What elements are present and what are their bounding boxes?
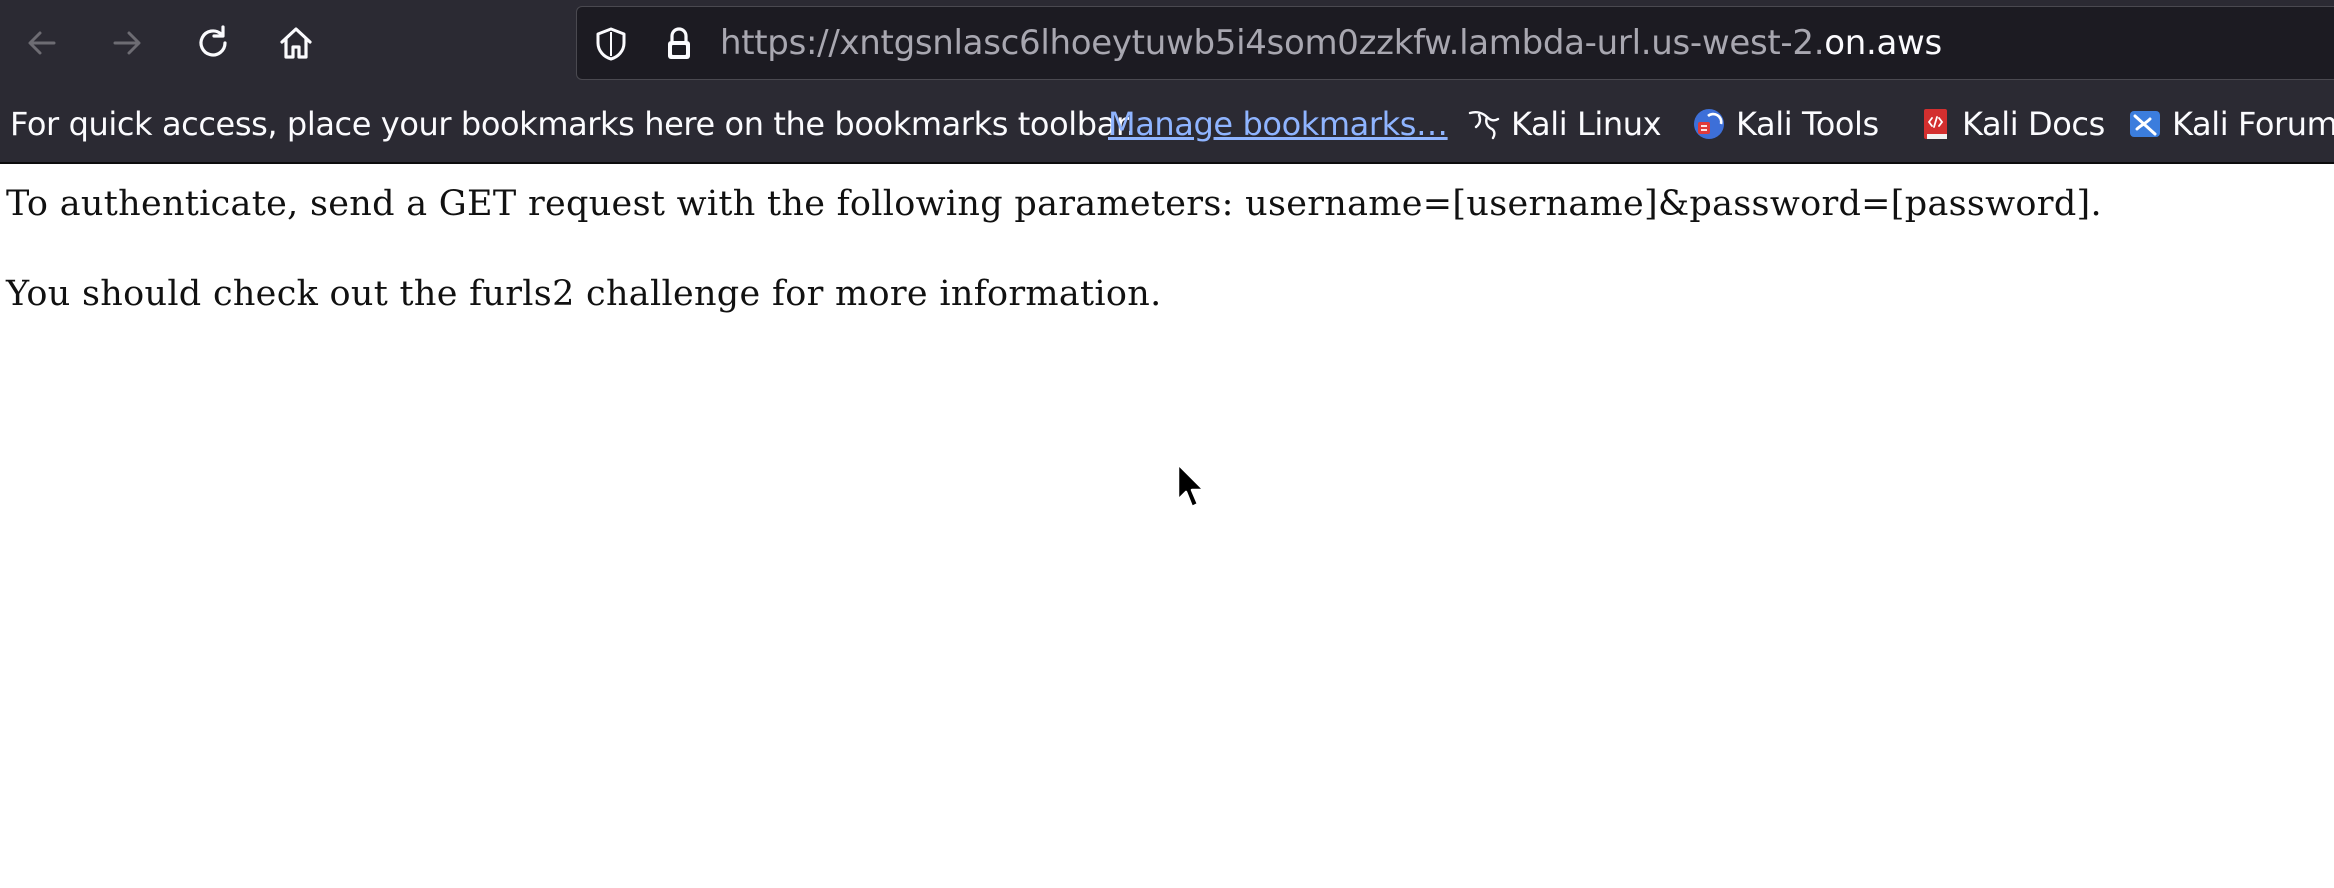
reload-icon: [199, 25, 227, 57]
kali-forums-icon: [2128, 107, 2162, 141]
auth-instructions-text: To authenticate, send a GET request with…: [6, 184, 2102, 224]
url-bar[interactable]: https://xntgsnlasc6lhoeytuwb5i4som0zzkfw…: [576, 6, 2334, 80]
browser-window: https://xntgsnlasc6lhoeytuwb5i4som0zzkfw…: [0, 0, 2334, 888]
bookmark-kali-tools[interactable]: Kali Tools: [1692, 86, 1879, 162]
kali-docs-icon: [1918, 107, 1952, 141]
challenge-hint-text: You should check out the furls2 challeng…: [6, 274, 1162, 314]
lock-icon[interactable]: [661, 26, 697, 67]
url-prefix: https://xntgsnlasc6lhoeytuwb5i4som0zzkfw…: [720, 23, 1825, 63]
url-text[interactable]: https://xntgsnlasc6lhoeytuwb5i4som0zzkfw…: [720, 7, 1942, 79]
bookmark-label: Kali Linux: [1511, 105, 1662, 143]
kali-tools-icon: [1692, 107, 1726, 141]
bookmark-label: Kali Docs: [1962, 105, 2105, 143]
mouse-cursor-icon: [1176, 462, 1210, 519]
bookmarks-hint-text: For quick access, place your bookmarks h…: [10, 105, 1136, 143]
tracking-protection-shield-icon[interactable]: [593, 26, 629, 67]
url-domain: on.aws: [1824, 23, 1942, 63]
kali-dragon-icon: [1467, 107, 1501, 141]
reload-button[interactable]: [187, 17, 239, 69]
back-button[interactable]: [16, 17, 68, 69]
home-icon: [280, 27, 312, 59]
navigation-toolbar: https://xntgsnlasc6lhoeytuwb5i4som0zzkfw…: [0, 0, 2334, 86]
arrow-left-icon: [28, 31, 56, 55]
bookmark-kali-forums[interactable]: Kali Forums: [2128, 86, 2334, 162]
bookmark-label: Kali Forums: [2172, 105, 2334, 143]
bookmarks-toolbar: For quick access, place your bookmarks h…: [0, 86, 2334, 164]
arrow-right-icon: [113, 31, 141, 55]
page-content: To authenticate, send a GET request with…: [0, 164, 2334, 888]
home-button[interactable]: [270, 17, 322, 69]
bookmark-kali-docs[interactable]: Kali Docs: [1918, 86, 2105, 162]
manage-bookmarks-link[interactable]: Manage bookmarks…: [1108, 86, 1448, 162]
forward-button[interactable]: [101, 17, 153, 69]
bookmark-label: Kali Tools: [1736, 105, 1879, 143]
bookmark-kali-linux[interactable]: Kali Linux: [1467, 86, 1662, 162]
